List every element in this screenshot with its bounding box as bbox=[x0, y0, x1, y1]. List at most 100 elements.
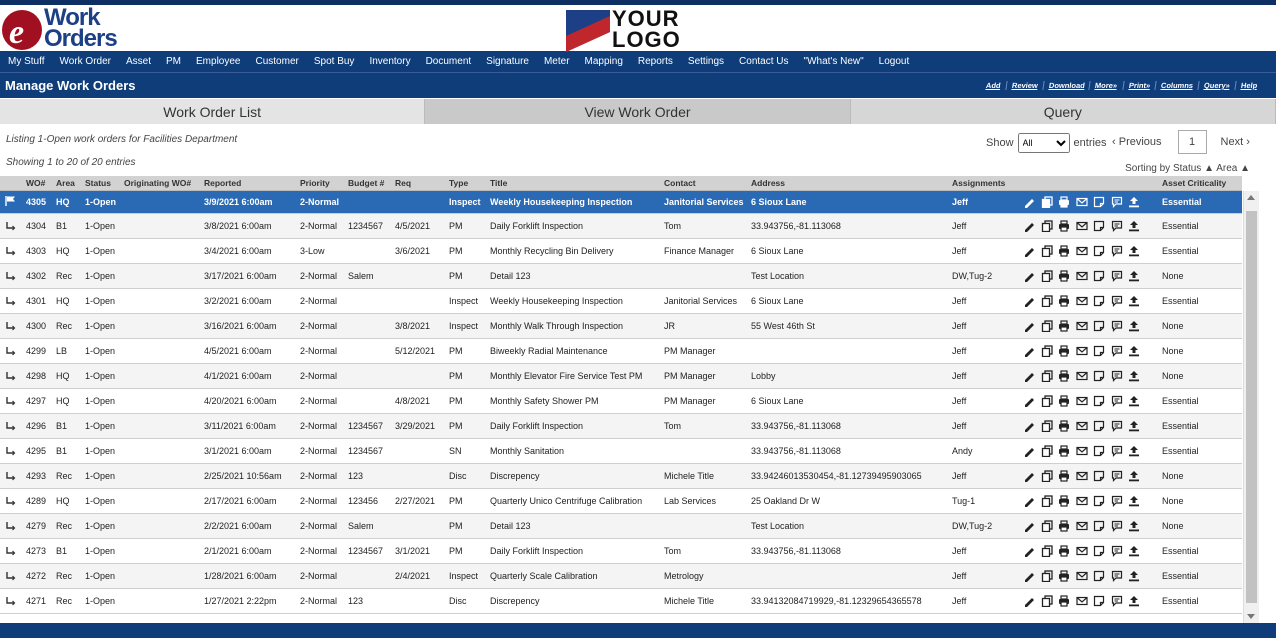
copy-icon[interactable] bbox=[1040, 519, 1054, 533]
copy-icon[interactable] bbox=[1040, 319, 1054, 333]
note-icon[interactable] bbox=[1092, 569, 1106, 583]
upload-icon[interactable] bbox=[1127, 344, 1141, 358]
upload-icon[interactable] bbox=[1127, 544, 1141, 558]
note-icon[interactable] bbox=[1092, 419, 1106, 433]
upload-icon[interactable] bbox=[1127, 444, 1141, 458]
email-icon[interactable] bbox=[1075, 444, 1089, 458]
cell-wo[interactable]: 4272 bbox=[26, 571, 56, 581]
comment-icon[interactable] bbox=[1110, 344, 1124, 358]
note-icon[interactable] bbox=[1092, 369, 1106, 383]
nav-item-asset[interactable]: Asset bbox=[126, 56, 151, 67]
cell-wo[interactable]: 4296 bbox=[26, 421, 56, 431]
upload-icon[interactable] bbox=[1127, 394, 1141, 408]
table-row[interactable]: 4293 Rec 1-Open 2/25/2021 10:56am 2-Normal 12… bbox=[0, 464, 1242, 489]
comment-icon[interactable] bbox=[1110, 494, 1124, 508]
cell-wo[interactable]: 4299 bbox=[26, 346, 56, 356]
note-icon[interactable] bbox=[1092, 195, 1106, 209]
cell-wo[interactable]: 4295 bbox=[26, 446, 56, 456]
pencil-icon[interactable] bbox=[1022, 269, 1036, 283]
cell-wo[interactable]: 4302 bbox=[26, 271, 56, 281]
upload-icon[interactable] bbox=[1127, 195, 1141, 209]
cell-wo[interactable]: 4297 bbox=[26, 396, 56, 406]
cell-wo[interactable]: 4305 bbox=[26, 197, 56, 207]
copy-icon[interactable] bbox=[1040, 344, 1054, 358]
note-icon[interactable] bbox=[1092, 294, 1106, 308]
table-row[interactable]: 4273 B1 1-Open 2/1/2021 6:00am 2-Normal 12345… bbox=[0, 539, 1242, 564]
pencil-icon[interactable] bbox=[1022, 569, 1036, 583]
column-header-priority[interactable]: Priority bbox=[300, 178, 348, 188]
nav-item-pm[interactable]: PM bbox=[166, 56, 181, 67]
table-row[interactable]: 4305 HQ 1-Open 3/9/2021 6:00am 2-Normal Inspe… bbox=[0, 191, 1242, 214]
copy-icon[interactable] bbox=[1040, 244, 1054, 258]
copy-icon[interactable] bbox=[1040, 419, 1054, 433]
nav-item-inventory[interactable]: Inventory bbox=[369, 56, 410, 67]
print-icon[interactable] bbox=[1057, 544, 1071, 558]
comment-icon[interactable] bbox=[1110, 244, 1124, 258]
app-logo-text[interactable]: Work Orders bbox=[44, 6, 118, 51]
row-arrow-icon[interactable] bbox=[0, 244, 26, 258]
note-icon[interactable] bbox=[1092, 269, 1106, 283]
column-header-title[interactable]: Title bbox=[490, 178, 664, 188]
email-icon[interactable] bbox=[1075, 394, 1089, 408]
print-icon[interactable] bbox=[1057, 195, 1071, 209]
nav-item-work-order[interactable]: Work Order bbox=[60, 56, 112, 67]
email-icon[interactable] bbox=[1075, 244, 1089, 258]
pencil-icon[interactable] bbox=[1022, 369, 1036, 383]
email-icon[interactable] bbox=[1075, 419, 1089, 433]
next-page-button[interactable]: Next › bbox=[1221, 136, 1250, 148]
nav-item-what-s-new[interactable]: "What's New" bbox=[804, 56, 864, 67]
action-review-link[interactable]: Review bbox=[1005, 81, 1044, 90]
comment-icon[interactable] bbox=[1110, 444, 1124, 458]
nav-item-meter[interactable]: Meter bbox=[544, 56, 570, 67]
column-header-req[interactable]: Req bbox=[395, 178, 449, 188]
comment-icon[interactable] bbox=[1110, 195, 1124, 209]
nav-item-my-stuff[interactable]: My Stuff bbox=[8, 56, 45, 67]
email-icon[interactable] bbox=[1075, 344, 1089, 358]
row-arrow-icon[interactable] bbox=[0, 269, 26, 283]
action-download-link[interactable]: Download bbox=[1041, 81, 1091, 90]
row-arrow-icon[interactable] bbox=[0, 319, 26, 333]
table-row[interactable]: 4302 Rec 1-Open 3/17/2021 6:00am 2-Normal Sal… bbox=[0, 264, 1242, 289]
upload-icon[interactable] bbox=[1127, 319, 1141, 333]
pencil-icon[interactable] bbox=[1022, 195, 1036, 209]
cell-wo[interactable]: 4289 bbox=[26, 496, 56, 506]
nav-item-mapping[interactable]: Mapping bbox=[585, 56, 623, 67]
email-icon[interactable] bbox=[1075, 569, 1089, 583]
column-header-type[interactable]: Type bbox=[449, 178, 490, 188]
upload-icon[interactable] bbox=[1127, 269, 1141, 283]
table-row[interactable]: 4296 B1 1-Open 3/11/2021 6:00am 2-Normal 1234… bbox=[0, 414, 1242, 439]
table-row[interactable]: 4279 Rec 1-Open 2/2/2021 6:00am 2-Normal Sale… bbox=[0, 514, 1242, 539]
table-row[interactable]: 4301 HQ 1-Open 3/2/2021 6:00am 2-Normal Inspe… bbox=[0, 289, 1242, 314]
copy-icon[interactable] bbox=[1040, 444, 1054, 458]
print-icon[interactable] bbox=[1057, 294, 1071, 308]
copy-icon[interactable] bbox=[1040, 394, 1054, 408]
pencil-icon[interactable] bbox=[1022, 544, 1036, 558]
scroll-up-icon[interactable] bbox=[1247, 195, 1255, 200]
note-icon[interactable] bbox=[1092, 444, 1106, 458]
email-icon[interactable] bbox=[1075, 294, 1089, 308]
row-arrow-icon[interactable] bbox=[0, 344, 26, 358]
comment-icon[interactable] bbox=[1110, 369, 1124, 383]
print-icon[interactable] bbox=[1057, 244, 1071, 258]
comment-icon[interactable] bbox=[1110, 544, 1124, 558]
row-arrow-icon[interactable] bbox=[0, 369, 26, 383]
nav-item-settings[interactable]: Settings bbox=[688, 56, 724, 67]
cell-wo[interactable]: 4298 bbox=[26, 371, 56, 381]
copy-icon[interactable] bbox=[1040, 269, 1054, 283]
column-header-assignments[interactable]: Assignments bbox=[952, 178, 1022, 188]
nav-item-contact-us[interactable]: Contact Us bbox=[739, 56, 788, 67]
table-row[interactable]: 4300 Rec 1-Open 3/16/2021 6:00am 2-Normal 3/8… bbox=[0, 314, 1242, 339]
email-icon[interactable] bbox=[1075, 269, 1089, 283]
print-icon[interactable] bbox=[1057, 344, 1071, 358]
print-icon[interactable] bbox=[1057, 219, 1071, 233]
note-icon[interactable] bbox=[1092, 319, 1106, 333]
table-row[interactable]: 4304 B1 1-Open 3/8/2021 6:00am 2-Normal 12345… bbox=[0, 214, 1242, 239]
upload-icon[interactable] bbox=[1127, 244, 1141, 258]
scroll-thumb[interactable] bbox=[1246, 211, 1257, 603]
tab-query[interactable]: Query bbox=[850, 99, 1276, 124]
comment-icon[interactable] bbox=[1110, 319, 1124, 333]
upload-icon[interactable] bbox=[1127, 469, 1141, 483]
email-icon[interactable] bbox=[1075, 319, 1089, 333]
table-row[interactable]: 4272 Rec 1-Open 1/28/2021 6:00am 2-Normal 2/4… bbox=[0, 564, 1242, 589]
cell-wo[interactable]: 4273 bbox=[26, 546, 56, 556]
